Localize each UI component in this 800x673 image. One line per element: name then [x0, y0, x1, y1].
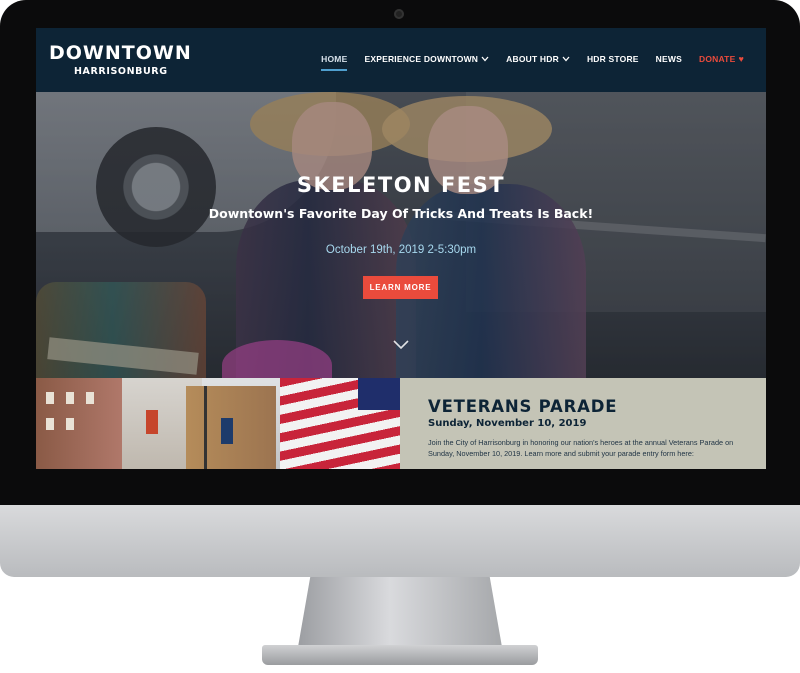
nav-item-label: HDR STORE — [586, 54, 639, 64]
image-pole — [204, 386, 207, 469]
image-window — [86, 392, 94, 404]
image-flag-canton — [358, 378, 400, 410]
camera-icon — [394, 9, 404, 19]
image-banner — [221, 418, 233, 444]
hero-event-date: October 19th, 2019 2-5:30pm — [325, 244, 477, 256]
hero-subtitle: Downtown's Favorite Day Of Tricks And Tr… — [208, 206, 594, 221]
monitor-stand — [298, 577, 502, 647]
site-logo-subtitle[interactable]: HARRISONBURG — [74, 66, 168, 77]
site-header: DOWNTOWN HARRISONBURG HOME EXPERIENCE DO… — [36, 28, 766, 92]
chevron-down-icon — [562, 55, 570, 64]
nav-item-home[interactable]: HOME — [321, 54, 348, 71]
nav-item-news[interactable]: NEWS — [656, 54, 682, 64]
monitor-chin — [0, 505, 800, 577]
feature-date: Sunday, November 10, 2019 — [428, 418, 587, 429]
heart-icon: ♥ — [738, 54, 744, 64]
nav-item-label: NEWS — [655, 54, 682, 64]
feature-text-panel: VETERANS PARADE Sunday, November 10, 201… — [400, 378, 766, 469]
image-banner — [146, 410, 158, 434]
image-window — [46, 418, 54, 430]
image-window — [66, 418, 74, 430]
nav-item-hdr-store[interactable]: HDR STORE — [587, 54, 639, 64]
nav-item-label: DONATE — [698, 54, 736, 64]
nav-item-experience-downtown[interactable]: EXPERIENCE DOWNTOWN — [364, 54, 489, 64]
image-window — [46, 392, 54, 404]
feature-image[interactable] — [36, 378, 400, 469]
nav-item-about-hdr[interactable]: ABOUT HDR — [506, 54, 570, 64]
image-window — [66, 392, 74, 404]
chevron-down-icon[interactable] — [392, 336, 410, 354]
site-logo[interactable]: DOWNTOWN — [49, 42, 192, 64]
monitor-stand-base — [262, 645, 538, 665]
main-nav: HOME EXPERIENCE DOWNTOWN ABOUT HDR HDR S… — [304, 54, 744, 71]
nav-item-label: EXPERIENCE DOWNTOWN — [364, 54, 479, 64]
learn-more-button[interactable]: LEARN MORE — [363, 276, 438, 299]
feature-title[interactable]: VETERANS PARADE — [428, 397, 617, 416]
hero-title: SKELETON FEST — [296, 173, 506, 197]
feature-body: Join the City of Harrisonburg in honorin… — [428, 438, 734, 458]
hero-banner: SKELETON FEST Downtown's Favorite Day Of… — [36, 92, 766, 378]
chevron-down-icon — [481, 55, 489, 64]
nav-item-label: HOME — [321, 54, 348, 64]
nav-item-donate[interactable]: DONATE ♥ — [699, 54, 744, 64]
nav-item-label: ABOUT HDR — [506, 54, 559, 64]
website-screen: DOWNTOWN HARRISONBURG HOME EXPERIENCE DO… — [36, 28, 766, 469]
feature-section: VETERANS PARADE Sunday, November 10, 201… — [36, 378, 766, 469]
